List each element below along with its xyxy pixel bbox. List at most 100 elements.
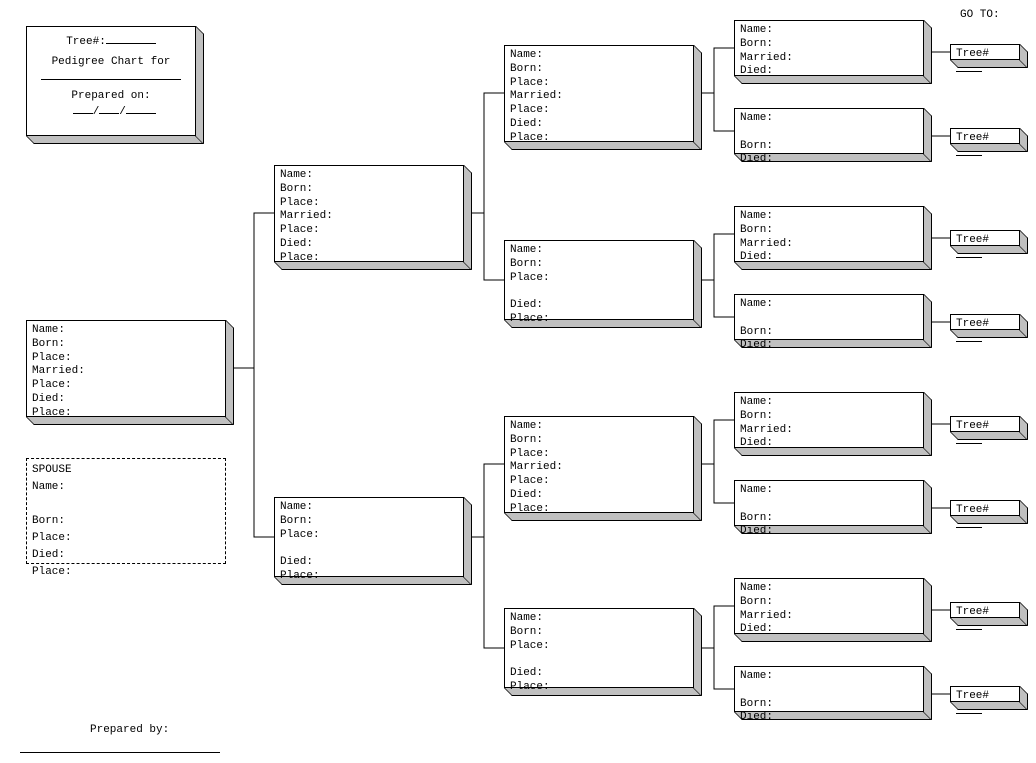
tree-link-14: Tree# xyxy=(950,602,1020,618)
p6-place3: Place: xyxy=(510,503,550,515)
p8-married: Married: xyxy=(740,52,793,64)
p11-born: Born: xyxy=(740,326,773,338)
spouse-box: SPOUSE Name: Born: Place: Died: Place: xyxy=(26,458,226,564)
p6-name: Name: xyxy=(510,420,543,432)
p11-name: Name: xyxy=(740,298,773,310)
p3-born: Born: xyxy=(280,515,313,527)
p10-married: Married: xyxy=(740,238,793,250)
spouse-place1: Place: xyxy=(32,532,72,544)
person-5-box: Name: Born: Place: Died: Place: xyxy=(504,240,694,320)
person-6-box: Name: Born: Place: Married: Place: Died:… xyxy=(504,416,694,513)
p6-born: Born: xyxy=(510,434,543,446)
p1-place1: Place: xyxy=(32,352,72,364)
prepared-on-label: Prepared on: xyxy=(71,90,150,102)
p1-place3: Place: xyxy=(32,407,72,419)
p6-place2: Place: xyxy=(510,475,550,487)
tl15-label: Tree# xyxy=(956,690,989,702)
p14-name: Name: xyxy=(740,582,773,594)
tree-link-9: Tree# xyxy=(950,128,1020,144)
spouse-header: SPOUSE xyxy=(32,464,72,476)
goto-label: GO TO: xyxy=(960,8,1000,22)
person-10-box: Name: Born: Married: Died: xyxy=(734,206,924,262)
person-13-box: Name: Born: Died: xyxy=(734,480,924,526)
p14-died: Died: xyxy=(740,623,773,635)
tl13-label: Tree# xyxy=(956,504,989,516)
prepared-by-line xyxy=(20,752,220,753)
p6-died: Died: xyxy=(510,489,543,501)
spouse-died: Died: xyxy=(32,549,65,561)
p7-name: Name: xyxy=(510,612,543,624)
tl11-label: Tree# xyxy=(956,318,989,330)
p7-place2: Place: xyxy=(510,681,550,693)
p13-born: Born: xyxy=(740,512,773,524)
p5-place1: Place: xyxy=(510,272,550,284)
p13-name: Name: xyxy=(740,484,773,496)
p1-married: Married: xyxy=(32,365,85,377)
spouse-name: Name: xyxy=(32,481,65,493)
p2-married: Married: xyxy=(280,210,333,222)
tl14-label: Tree# xyxy=(956,606,989,618)
person-9-box: Name: Born: Died: xyxy=(734,108,924,154)
spouse-born: Born: xyxy=(32,515,65,527)
person-3-box: Name: Born: Place: Died: Place: xyxy=(274,497,464,577)
p12-died: Died: xyxy=(740,437,773,449)
p2-place3: Place: xyxy=(280,252,320,264)
p4-place3: Place: xyxy=(510,132,550,144)
title-box: Tree#: Pedigree Chart for Prepared on: /… xyxy=(26,26,196,136)
p11-died: Died: xyxy=(740,339,773,351)
person-4-box: Name: Born: Place: Married: Place: Died:… xyxy=(504,45,694,142)
p7-born: Born: xyxy=(510,626,543,638)
p15-born: Born: xyxy=(740,698,773,710)
p2-name: Name: xyxy=(280,169,313,181)
tl10-label: Tree# xyxy=(956,234,989,246)
tl8-label: Tree# xyxy=(956,48,989,60)
p5-place2: Place: xyxy=(510,313,550,325)
person-15-box: Name: Born: Died: xyxy=(734,666,924,712)
tl12-label: Tree# xyxy=(956,420,989,432)
person-2-box: Name: Born: Place: Married: Place: Died:… xyxy=(274,165,464,262)
p12-born: Born: xyxy=(740,410,773,422)
p15-died: Died: xyxy=(740,711,773,723)
p8-died: Died: xyxy=(740,65,773,77)
p3-name: Name: xyxy=(280,501,313,513)
p12-married: Married: xyxy=(740,424,793,436)
spouse-place2: Place: xyxy=(32,566,72,578)
p4-born: Born: xyxy=(510,63,543,75)
tree-link-10: Tree# xyxy=(950,230,1020,246)
p10-born: Born: xyxy=(740,224,773,236)
p5-born: Born: xyxy=(510,258,543,270)
tree-link-13: Tree# xyxy=(950,500,1020,516)
p5-died: Died: xyxy=(510,299,543,311)
p3-place1: Place: xyxy=(280,529,320,541)
p5-name: Name: xyxy=(510,244,543,256)
p10-died: Died: xyxy=(740,251,773,263)
p2-place1: Place: xyxy=(280,197,320,209)
tree-link-15: Tree# xyxy=(950,686,1020,702)
p9-born: Born: xyxy=(740,140,773,152)
p13-died: Died: xyxy=(740,525,773,537)
date-sep-1: / xyxy=(93,106,100,118)
p6-place1: Place: xyxy=(510,448,550,460)
date-sep-2: / xyxy=(119,106,126,118)
pedigree-title: Pedigree Chart for xyxy=(32,56,190,70)
p10-name: Name: xyxy=(740,210,773,222)
p4-died: Died: xyxy=(510,118,543,130)
p4-place1: Place: xyxy=(510,77,550,89)
tree-link-12: Tree# xyxy=(950,416,1020,432)
p1-born: Born: xyxy=(32,338,65,350)
person-8-box: Name: Born: Married: Died: xyxy=(734,20,924,76)
p1-name: Name: xyxy=(32,324,65,336)
p3-place2: Place: xyxy=(280,570,320,582)
person-11-box: Name: Born: Died: xyxy=(734,294,924,340)
p1-died: Died: xyxy=(32,393,65,405)
p9-died: Died: xyxy=(740,153,773,165)
person-1-box: Name: Born: Place: Married: Place: Died:… xyxy=(26,320,226,417)
p4-married: Married: xyxy=(510,90,563,102)
p2-place2: Place: xyxy=(280,224,320,236)
p7-died: Died: xyxy=(510,667,543,679)
p14-born: Born: xyxy=(740,596,773,608)
p1-place2: Place: xyxy=(32,379,72,391)
p3-died: Died: xyxy=(280,556,313,568)
p7-place1: Place: xyxy=(510,640,550,652)
person-12-box: Name: Born: Married: Died: xyxy=(734,392,924,448)
